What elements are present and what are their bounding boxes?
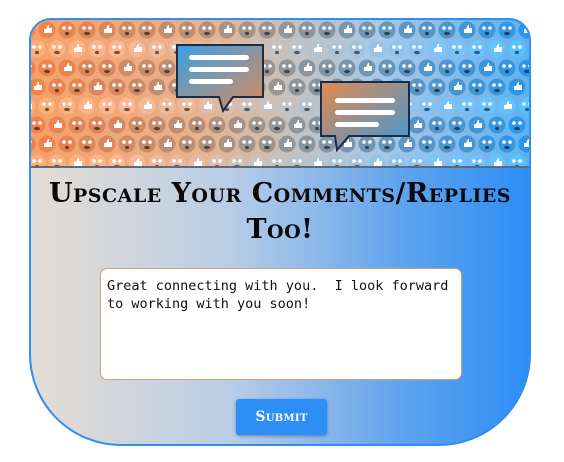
- submit-button[interactable]: Submit: [236, 399, 327, 435]
- page-title: Upscale Your Comments/Replies Too!: [48, 178, 512, 245]
- comment-textarea[interactable]: [100, 268, 462, 380]
- emoji-banner-graphic: [31, 20, 529, 166]
- comment-card: Upscale Your Comments/Replies Too! Submi…: [29, 18, 531, 446]
- banner-divider: [31, 166, 529, 168]
- banner-image: [31, 20, 529, 166]
